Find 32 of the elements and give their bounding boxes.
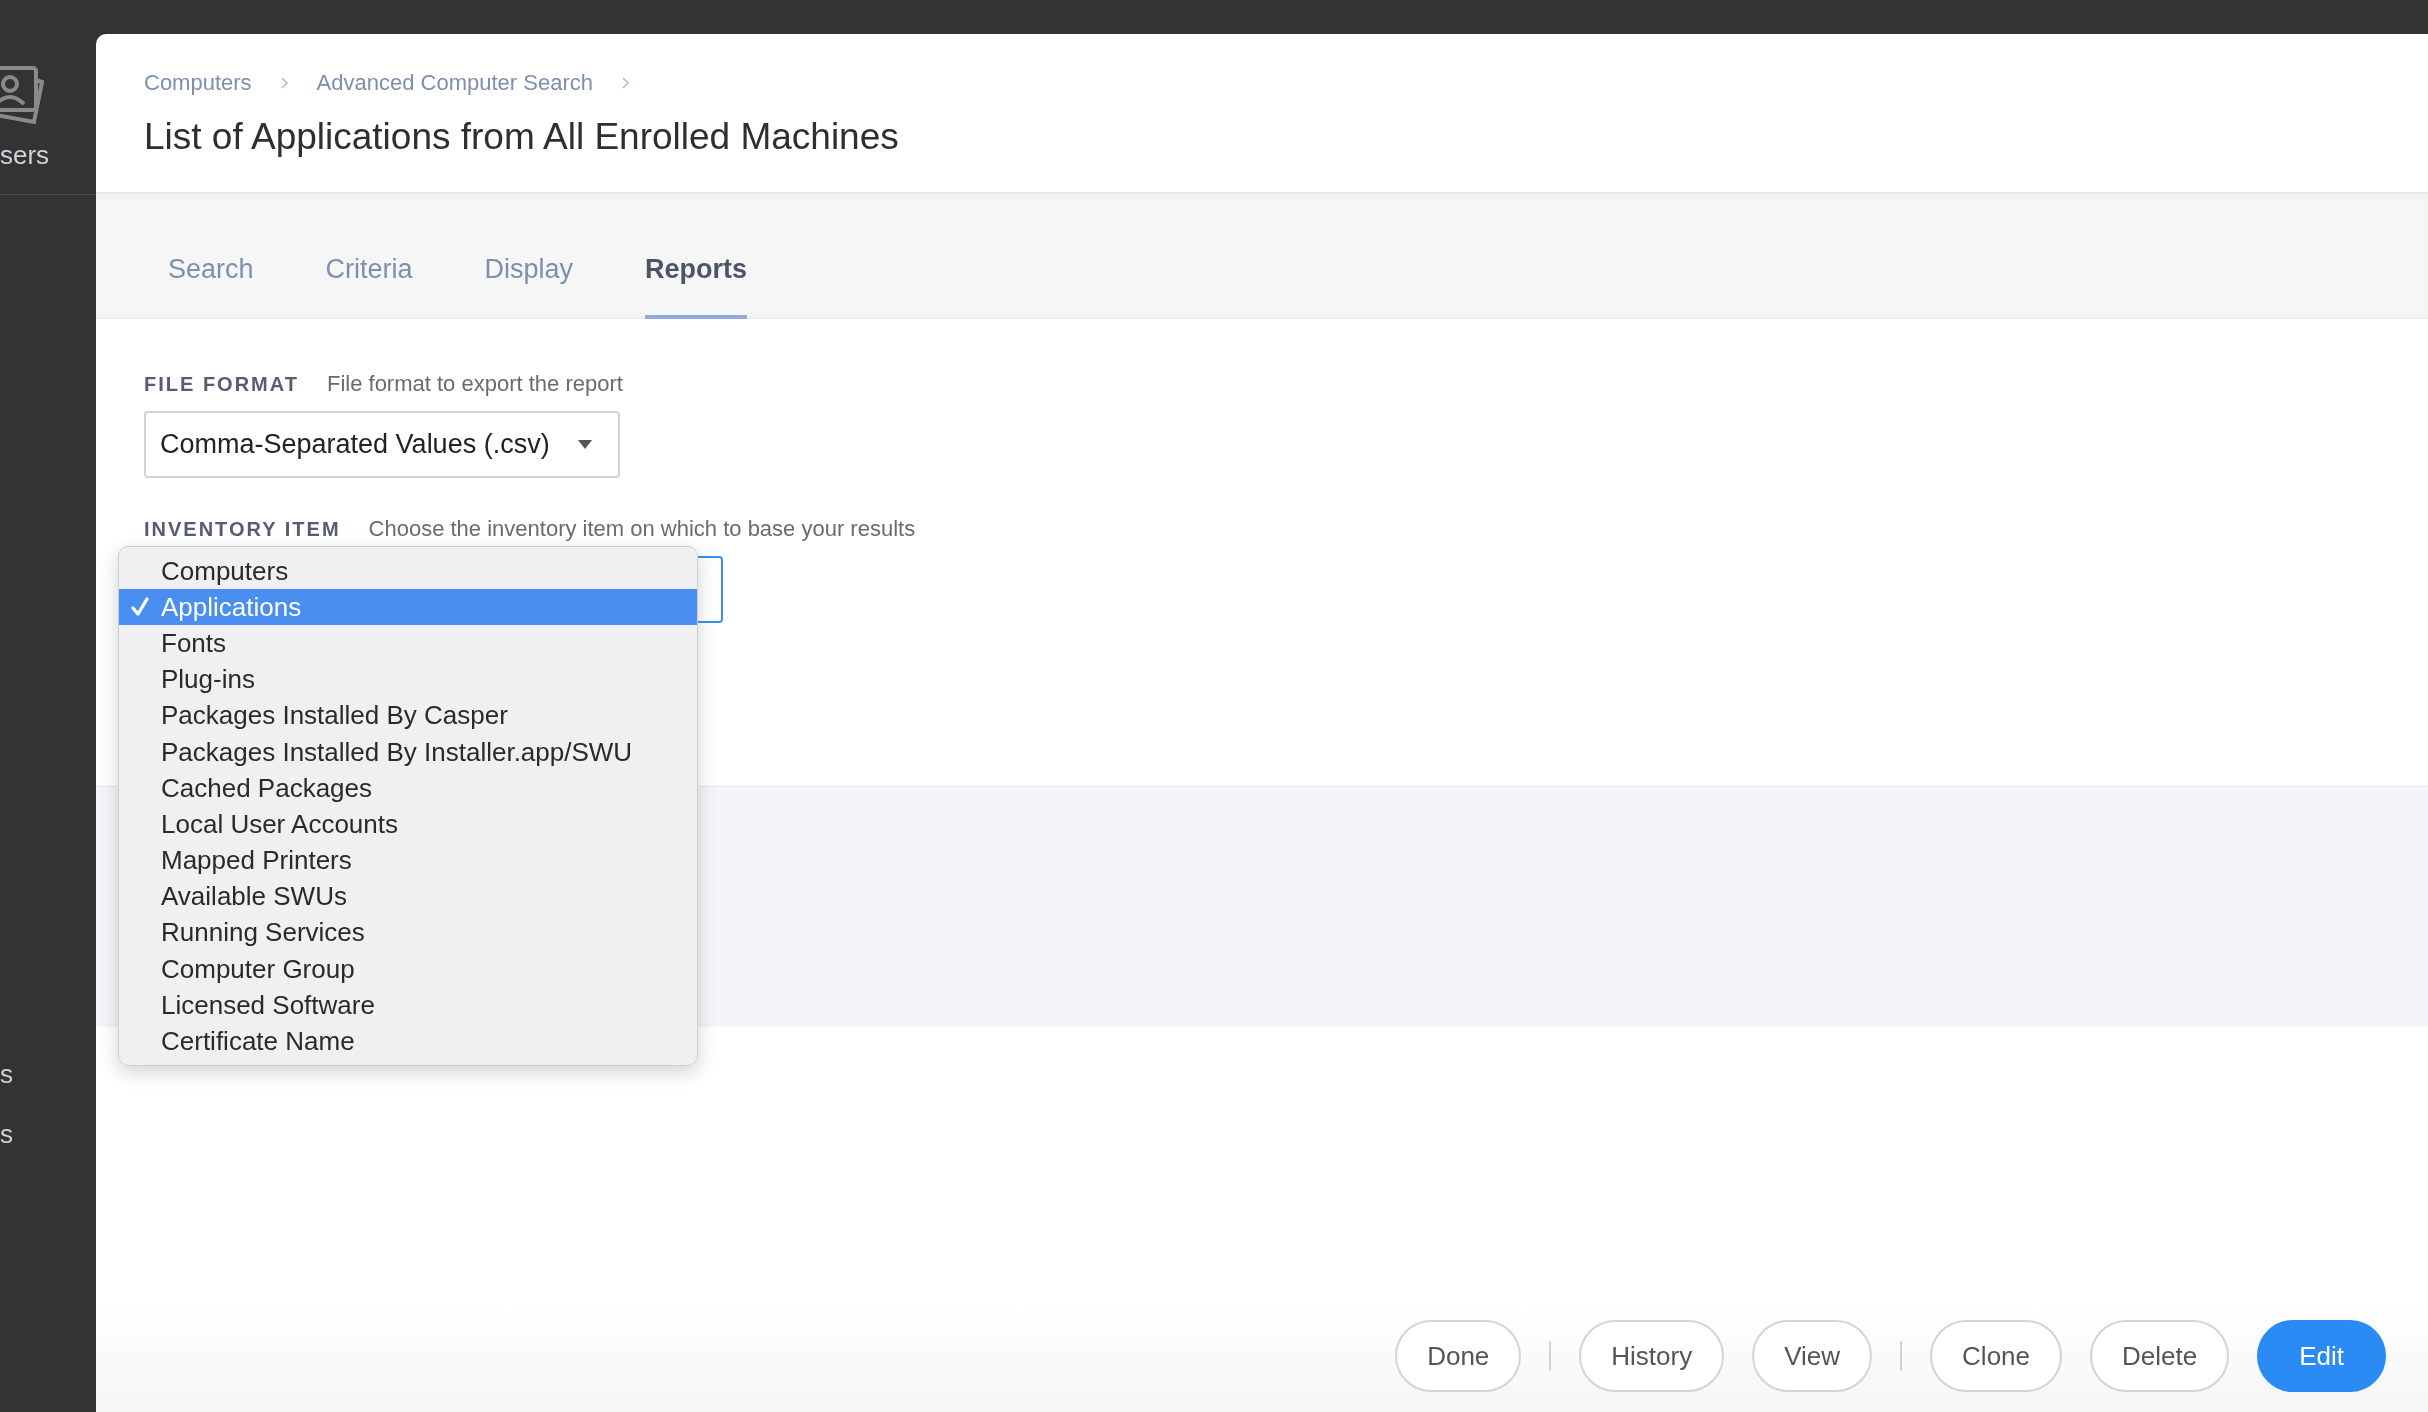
- action-button[interactable]: Clone: [1930, 1320, 2063, 1392]
- menu-item[interactable]: Certificate Name: [119, 1023, 697, 1060]
- menu-item[interactable]: Available SWUs: [119, 878, 697, 915]
- page-title: List of Applications from All Enrolled Machines: [144, 116, 900, 158]
- caret-icon: [578, 440, 592, 449]
- action-button[interactable]: Delete: [2090, 1320, 2230, 1392]
- sidebar-item[interactable]: s: [0, 1119, 96, 1149]
- menu-item[interactable]: Plug-ins: [119, 661, 697, 698]
- menu-item[interactable]: Mapped Printers: [119, 842, 697, 879]
- menu-item[interactable]: Packages Installed By Installer.app/SWU: [119, 733, 697, 771]
- menu-item[interactable]: Local User Accounts: [119, 806, 697, 843]
- checkmark-icon: [131, 597, 149, 618]
- menu-item[interactable]: Computers: [119, 553, 697, 590]
- field-hint: Choose the inventory item on which to base your results: [368, 516, 916, 542]
- field-label: INVENTORY ITEM: [144, 518, 341, 541]
- menu-item[interactable]: Packages Installed By Casper: [119, 697, 697, 734]
- chevron-right-icon: [279, 76, 289, 90]
- field-hint: File format to export the report: [326, 371, 623, 397]
- action-button[interactable]: Done: [1395, 1320, 1522, 1392]
- menu-item[interactable]: Computer Group: [119, 951, 697, 988]
- menu-item[interactable]: Cached Packages: [119, 770, 697, 807]
- chevron-right-icon: [620, 76, 630, 90]
- sidebar-label[interactable]: sers: [0, 140, 50, 171]
- sidebar-item[interactable]: s: [0, 1059, 96, 1089]
- tab[interactable]: Reports: [645, 254, 748, 319]
- file-format-select[interactable]: Comma-Separated Values (.csv): [144, 411, 620, 478]
- action-button[interactable]: History: [1579, 1320, 1725, 1392]
- menu-item[interactable]: Fonts: [119, 625, 697, 662]
- menu-item[interactable]: Licensed Software: [119, 987, 697, 1024]
- field-label: FILE FORMAT: [144, 373, 299, 396]
- menu-item[interactable]: Running Services: [119, 914, 697, 952]
- action-button[interactable]: View: [1752, 1320, 1873, 1392]
